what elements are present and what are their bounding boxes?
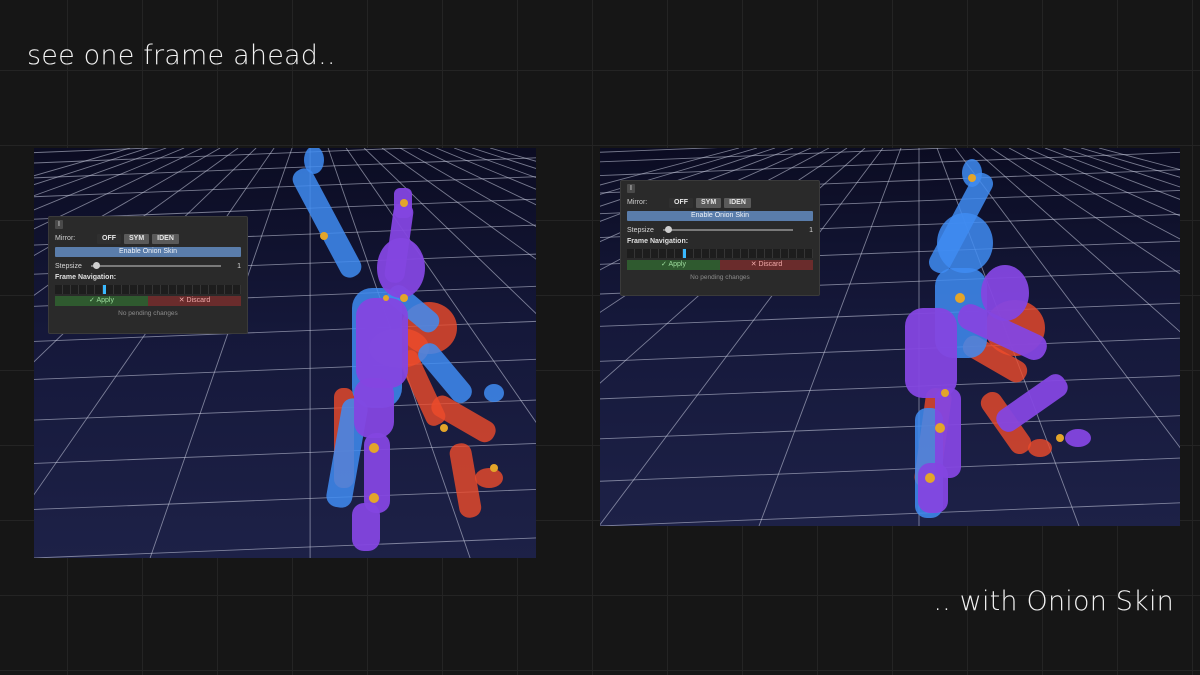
stepsize-slider-knob[interactable] — [665, 226, 672, 233]
timeline-frame-cell[interactable] — [193, 285, 202, 294]
timeline-frame-cell[interactable] — [63, 285, 71, 294]
timeline-frame-cell[interactable] — [741, 249, 750, 258]
timeline-frame-cell[interactable] — [71, 285, 79, 294]
action-row: ✓ Apply ✕ Discard — [55, 296, 241, 306]
timeline-frame-cell[interactable] — [130, 285, 138, 294]
viewport-right[interactable]: I Mirror: OFF SYM IDEN Enable Onion Skin… — [600, 148, 1180, 526]
scene-left — [34, 148, 536, 558]
timeline-frame-cell[interactable] — [686, 249, 694, 258]
frame-navigation-label: Frame Navigation: — [55, 274, 117, 281]
timeline-frame-cell[interactable] — [781, 249, 790, 258]
discard-button[interactable]: ✕ Discard — [148, 296, 241, 306]
frame-navigation-timeline[interactable] — [55, 285, 241, 294]
panel-tab[interactable]: I — [627, 184, 635, 193]
stepsize-slider[interactable] — [91, 262, 221, 269]
timeline-frame-cell[interactable] — [733, 249, 742, 258]
timeline-frame-cell[interactable] — [675, 249, 683, 258]
enable-onion-skin-button[interactable]: Enable Onion Skin — [627, 211, 813, 221]
timeline-frame-cell[interactable] — [161, 285, 170, 294]
stepsize-value: 1 — [237, 262, 241, 270]
stepsize-slider[interactable] — [663, 226, 793, 233]
mirror-iden-button[interactable]: IDEN — [152, 233, 179, 244]
timeline-frame-cell[interactable] — [185, 285, 194, 294]
timeline-frame-cell[interactable] — [201, 285, 210, 294]
timeline-frame-cell[interactable] — [55, 285, 63, 294]
apply-button[interactable]: ✓ Apply — [627, 260, 720, 270]
apply-button[interactable]: ✓ Apply — [55, 296, 148, 306]
timeline-frame-cell[interactable] — [805, 249, 813, 258]
timeline-frame-cell[interactable] — [651, 249, 659, 258]
timeline-frame-cell[interactable] — [725, 249, 734, 258]
timeline-frame-cell[interactable] — [765, 249, 774, 258]
mirror-sym-button[interactable]: SYM — [696, 197, 722, 208]
timeline-frame-cell[interactable] — [122, 285, 130, 294]
timeline-frame-cell[interactable] — [233, 285, 241, 294]
timeline-frame-cell[interactable] — [145, 285, 154, 294]
mirror-label: Mirror: — [627, 199, 648, 206]
onion-skin-panel: I Mirror: OFF SYM IDEN Enable Onion Skin… — [48, 216, 248, 334]
stepsize-label: Stepsize — [627, 226, 654, 234]
discard-button[interactable]: ✕ Discard — [720, 260, 813, 270]
status-text: No pending changes — [690, 274, 750, 281]
panel-tab[interactable]: I — [55, 220, 63, 229]
timeline-frame-cell[interactable] — [87, 285, 95, 294]
timeline-frame-cell[interactable] — [667, 249, 675, 258]
frame-navigation-timeline[interactable] — [627, 249, 813, 258]
caption-top: see one frame ahead.. — [27, 40, 336, 71]
timeline-frame-cell[interactable] — [702, 249, 710, 258]
timeline-frame-cell[interactable] — [749, 249, 758, 258]
timeline-frame-cell[interactable] — [789, 249, 798, 258]
frame-navigation-label: Frame Navigation: — [627, 238, 689, 245]
timeline-frame-cell[interactable] — [797, 249, 805, 258]
timeline-frame-cell[interactable] — [106, 285, 114, 294]
stepsize-label: Stepsize — [55, 262, 82, 270]
timeline-frame-cell[interactable] — [643, 249, 651, 258]
stepsize-row: Stepsize 1 — [627, 224, 813, 236]
status-text: No pending changes — [118, 310, 178, 317]
mirror-off-button[interactable]: OFF — [669, 197, 693, 208]
enable-onion-skin-button[interactable]: Enable Onion Skin — [55, 247, 241, 257]
timeline-frame-cell[interactable] — [95, 285, 103, 294]
timeline-frame-cell[interactable] — [177, 285, 186, 294]
timeline-frame-cell[interactable] — [153, 285, 162, 294]
timeline-frame-cell[interactable] — [169, 285, 178, 294]
stepsize-row: Stepsize 1 — [55, 260, 241, 272]
mirror-label: Mirror: — [55, 235, 76, 242]
timeline-frame-cell[interactable] — [217, 285, 226, 294]
mirror-off-button[interactable]: OFF — [97, 233, 121, 244]
timeline-frame-cell[interactable] — [627, 249, 635, 258]
timeline-frame-cell[interactable] — [225, 285, 233, 294]
timeline-frame-cell[interactable] — [138, 285, 146, 294]
timeline-frame-cell[interactable] — [209, 285, 218, 294]
timeline-frame-cell[interactable] — [635, 249, 643, 258]
mirror-iden-button[interactable]: IDEN — [724, 197, 751, 208]
stepsize-value: 1 — [809, 226, 813, 234]
timeline-frame-cell[interactable] — [694, 249, 702, 258]
timeline-frame-cell[interactable] — [710, 249, 718, 258]
action-row: ✓ Apply ✕ Discard — [627, 260, 813, 270]
timeline-frame-cell[interactable] — [79, 285, 87, 294]
timeline-frame-cell[interactable] — [659, 249, 667, 258]
timeline-frame-cell[interactable] — [717, 249, 726, 258]
viewport-left[interactable]: I Mirror: OFF SYM IDEN Enable Onion Skin… — [34, 148, 536, 558]
onion-skin-panel: I Mirror: OFF SYM IDEN Enable Onion Skin… — [620, 180, 820, 296]
mirror-row: Mirror: OFF SYM IDEN — [627, 196, 813, 209]
timeline-frame-cell[interactable] — [757, 249, 766, 258]
stepsize-slider-knob[interactable] — [93, 262, 100, 269]
mirror-row: Mirror: OFF SYM IDEN — [55, 232, 241, 245]
timeline-frame-cell[interactable] — [114, 285, 122, 294]
timeline-frame-cell[interactable] — [773, 249, 782, 258]
mirror-sym-button[interactable]: SYM — [124, 233, 150, 244]
caption-bottom: .. with Onion Skin — [933, 586, 1174, 617]
